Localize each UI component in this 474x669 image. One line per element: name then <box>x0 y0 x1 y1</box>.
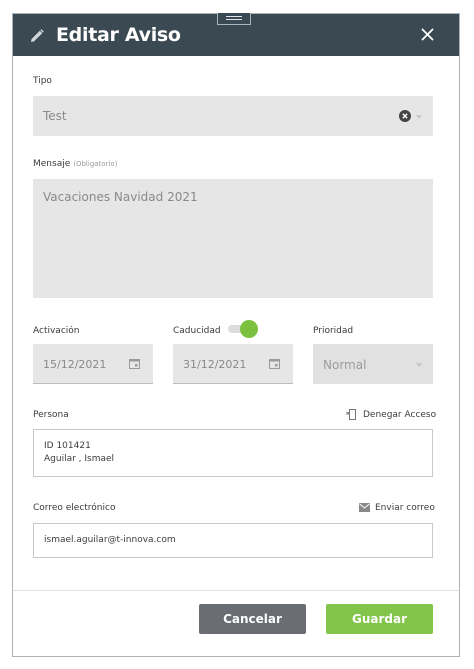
dialog-title: Editar Aviso <box>56 24 181 46</box>
chevron-down-icon <box>416 115 422 119</box>
footer-divider <box>13 590 459 591</box>
caducidad-toggle-knob[interactable] <box>240 320 258 338</box>
send-email-label: Enviar correo <box>375 503 435 513</box>
prioridad-select[interactable]: Normal <box>313 344 433 384</box>
cancel-button[interactable]: Cancelar <box>199 604 306 634</box>
persona-id: ID 101421 <box>44 441 91 451</box>
mensaje-label-text: Mensaje <box>33 159 71 169</box>
activacion-value: 15/12/2021 <box>43 358 107 371</box>
mensaje-textarea[interactable]: Vacaciones Navidad 2021 <box>33 179 433 298</box>
save-button[interactable]: Guardar <box>326 604 433 634</box>
tipo-label: Tipo <box>33 76 52 86</box>
persona-name: Aguilar , Ismael <box>44 454 115 464</box>
tipo-select[interactable]: Test <box>33 96 433 136</box>
clear-icon[interactable] <box>399 110 411 122</box>
mensaje-label: Mensaje (Obligatorio) <box>33 158 117 170</box>
persona-label: Persona <box>33 410 69 420</box>
mensaje-required-hint: (Obligatorio) <box>73 160 118 168</box>
email-value: ismael.aguilar@t-innova.com <box>44 535 176 545</box>
deny-access-label: Denegar Acceso <box>363 410 437 420</box>
correo-label: Correo electrónico <box>33 503 116 513</box>
drag-handle[interactable] <box>217 13 251 25</box>
prioridad-label: Prioridad <box>313 326 354 336</box>
activacion-label: Activación <box>33 326 80 336</box>
chevron-down-icon <box>416 363 422 367</box>
activacion-date-field[interactable]: 15/12/2021 <box>33 344 153 384</box>
envelope-icon <box>359 503 370 512</box>
deny-access-icon <box>346 409 356 420</box>
caducidad-value: 31/12/2021 <box>183 358 247 371</box>
persona-field[interactable]: ID 101421 Aguilar , Ismael <box>33 429 433 477</box>
email-field[interactable]: ismael.aguilar@t-innova.com <box>33 523 433 558</box>
prioridad-value: Normal <box>323 358 367 372</box>
caducidad-label: Caducidad <box>173 326 221 336</box>
tipo-value: Test <box>43 109 67 123</box>
edit-notice-dialog: Editar Aviso Tipo Test Mensaje (Obligator… <box>12 13 460 657</box>
calendar-icon[interactable] <box>129 358 140 369</box>
calendar-icon[interactable] <box>269 358 280 369</box>
close-icon[interactable] <box>421 28 434 41</box>
mensaje-value: Vacaciones Navidad 2021 <box>43 190 198 204</box>
pencil-icon <box>31 29 44 42</box>
caducidad-date-field[interactable]: 31/12/2021 <box>173 344 293 384</box>
